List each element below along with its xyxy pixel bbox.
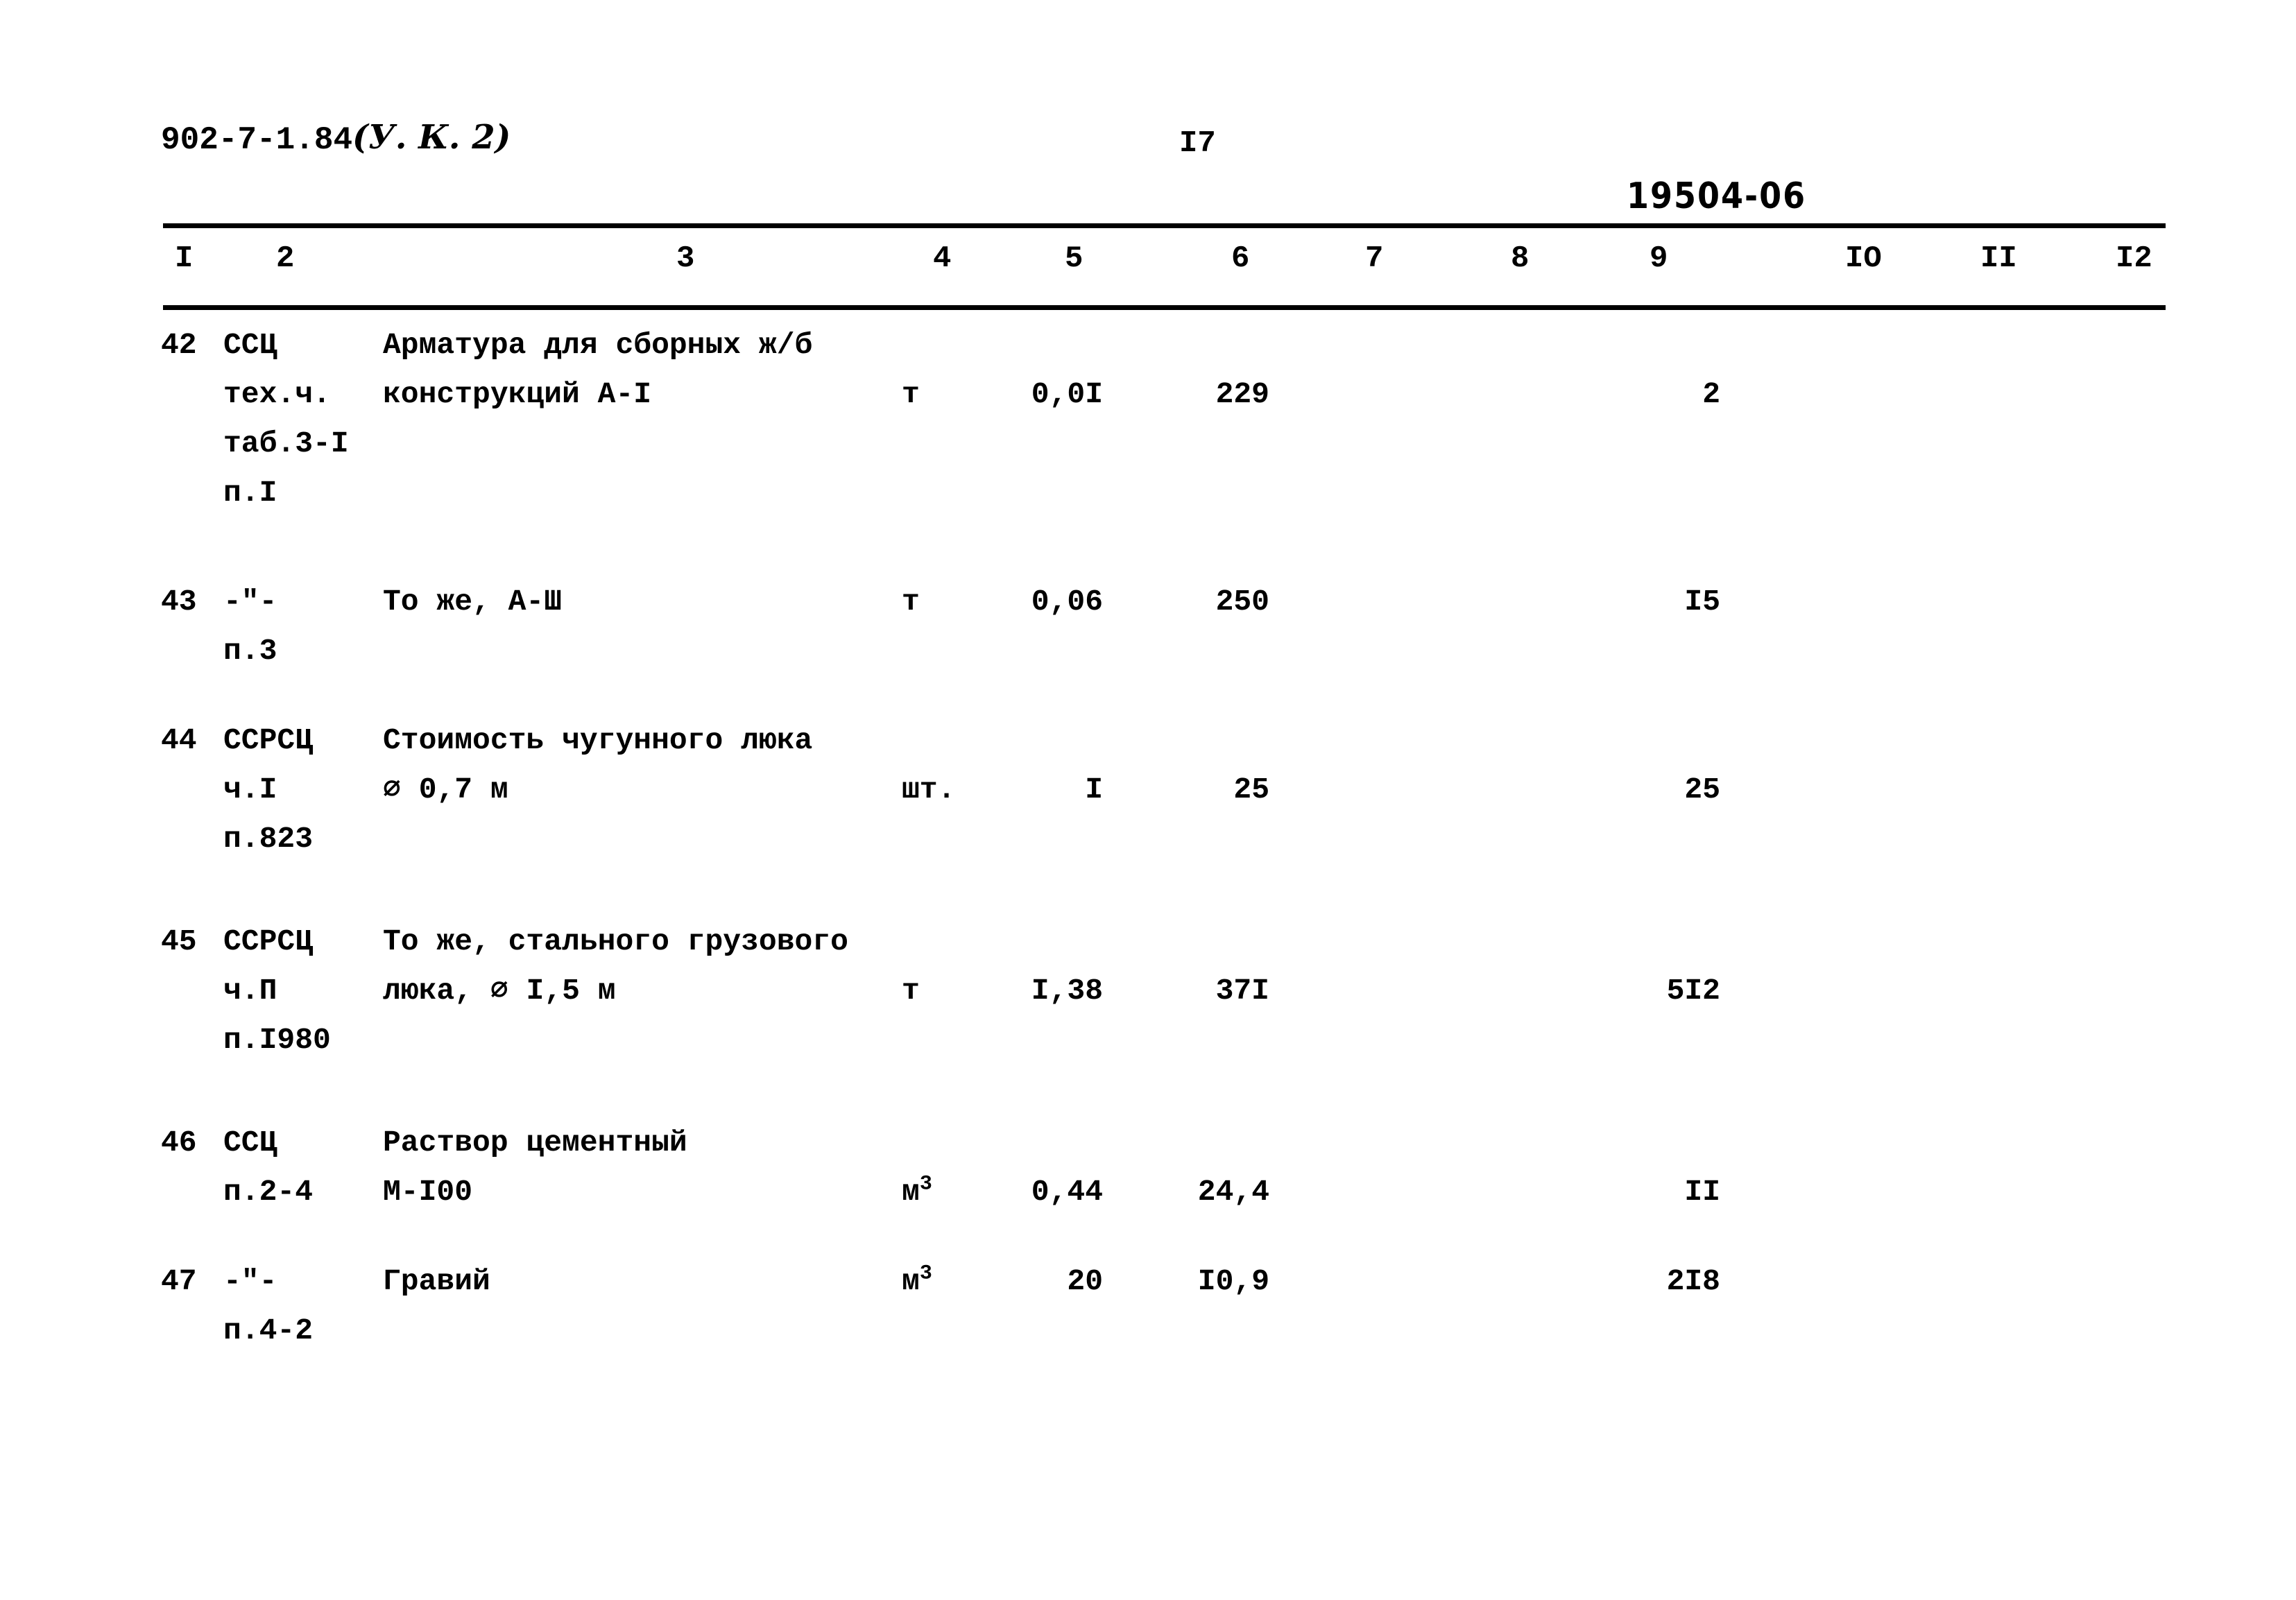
row-number: 46 [161,1126,197,1160]
table-row: 47 -"- п.4-2 Гравий м3 20 I0,9 2I8 [0,1257,2296,1395]
row-price: 24,4 [1197,1175,1269,1209]
row-number: 44 [161,723,197,757]
row-source-line: п.2-4 [223,1175,314,1209]
table-row: 46 ССЦ п.2-4 Раствор цементный М-I00 м3 0,44 24… [0,1118,2296,1257]
document-code-suffix: (У. К. 2) [352,118,511,157]
row-total: 25 [1684,773,1720,807]
row-source-line: п.4-2 [223,1314,314,1348]
row-total: 5I2 [1666,974,1720,1008]
row-source-line: п.3 [223,634,277,668]
row-total: I5 [1684,585,1720,619]
document-code: 902-7-1.84(У. К. 2) [161,118,511,158]
row-description-line: То же, А-Ш [383,585,563,619]
row-source-line: ССЦ [223,1126,277,1160]
row-total: II [1684,1175,1720,1209]
row-unit: т [902,585,920,619]
table-body: 42 ССЦ тех.ч. таб.3-I п.I Арматура для сборны… [0,320,2296,1395]
row-source-line: п.823 [223,822,314,856]
row-unit: м3 [902,1172,932,1209]
row-description-line: То же, стального грузового [383,924,848,958]
row-unit: шт. [902,773,956,807]
table-row: 44 ССРСЦ ч.I п.823 Стоимость чугунного люка ⌀… [0,716,2296,917]
row-quantity: 20 [1067,1264,1103,1298]
row-source-line: -"- [223,585,277,619]
row-quantity: 0,06 [1031,585,1103,619]
row-price: 250 [1215,585,1269,619]
row-quantity: 0,44 [1031,1175,1103,1209]
row-quantity: I,38 [1031,974,1103,1008]
table-top-rule [163,223,2166,228]
row-description-line: Арматура для сборных ж/б [383,328,813,362]
table-row: 45 ССРСЦ ч.П п.I980 То же, стального грузово… [0,917,2296,1118]
row-description-line: люка, ⌀ I,5 м [383,974,616,1008]
row-number: 45 [161,924,197,958]
row-source-line: п.I980 [223,1023,331,1057]
archive-code-annotation: 19504-06 [1627,175,1807,217]
row-source-line: ССРСЦ [223,924,314,958]
row-source-line: -"- [223,1264,277,1298]
table-row: 42 ССЦ тех.ч. таб.3-I п.I Арматура для сборны… [0,320,2296,577]
row-source-line: ССРСЦ [223,723,314,757]
row-unit: т [902,377,920,411]
row-price: 25 [1233,773,1269,807]
row-unit: м3 [902,1262,932,1298]
column-header-II: II [1980,241,2017,276]
row-description-line: ⌀ 0,7 м [383,773,508,807]
row-price: 37I [1215,974,1269,1008]
column-header-I2: I2 [2116,241,2152,276]
column-header-4: 4 [933,241,952,276]
row-number: 43 [161,585,197,619]
row-description-line: Стоимость чугунного люка [383,723,813,757]
row-total: 2 [1702,377,1720,411]
page-number: I7 [1179,126,1216,161]
row-source-line: ч.I [223,773,277,807]
row-price: I0,9 [1197,1264,1269,1298]
table-header-rule [163,305,2166,310]
row-description-line: Гравий [383,1264,490,1298]
row-source-line: тех.ч. [223,377,331,411]
column-header-7: 7 [1365,241,1384,276]
row-description-line: конструкций А-I [383,377,652,411]
column-header-IO: IO [1845,241,1882,276]
row-number: 42 [161,328,197,362]
row-description-line: Раствор цементный [383,1126,687,1160]
table-row: 43 -"- п.3 То же, А-Ш т 0,06 250 I5 [0,577,2296,716]
row-source-line: п.I [223,476,277,510]
column-header-9: 9 [1650,241,1668,276]
row-price: 229 [1215,377,1269,411]
row-description-line: М-I00 [383,1175,473,1209]
column-header-I: I [175,241,194,276]
row-total: 2I8 [1666,1264,1720,1298]
row-source-line: таб.3-I [223,427,349,461]
row-unit: т [902,974,920,1008]
row-quantity: I [1085,773,1103,807]
row-source-line: ч.П [223,974,277,1008]
column-header-2: 2 [276,241,295,276]
column-header-8: 8 [1511,241,1530,276]
document-code-number: 902-7-1.84 [161,122,353,158]
column-header-5: 5 [1065,241,1083,276]
column-header-6: 6 [1231,241,1250,276]
row-number: 47 [161,1264,197,1298]
row-quantity: 0,0I [1031,377,1103,411]
row-source-line: ССЦ [223,328,277,362]
table-column-header-row: I 2 3 4 5 6 7 8 9 IO II I2 [0,241,2296,290]
column-header-3: 3 [676,241,695,276]
